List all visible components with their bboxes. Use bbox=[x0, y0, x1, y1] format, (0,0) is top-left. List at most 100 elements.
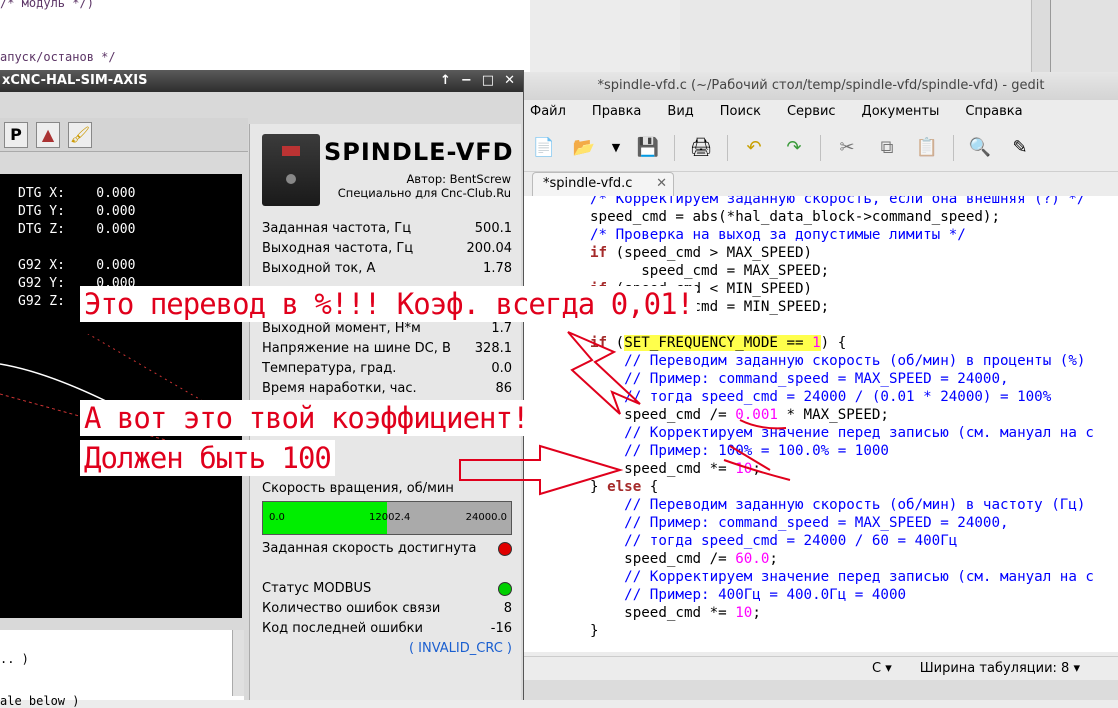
code-line: // тогда speed_cmd = 24000 / (0.01 * 240… bbox=[624, 389, 1052, 405]
code-line: speed_cmd /= 60.0; bbox=[590, 551, 778, 567]
copy-icon[interactable]: ⧉ bbox=[871, 132, 903, 164]
code-line: // Переводим заданную скорость (об/мин) … bbox=[624, 497, 1086, 513]
undo-icon[interactable]: ↶ bbox=[738, 132, 770, 164]
speed-reached-row: Заданная скорость достигнута bbox=[262, 541, 512, 556]
gedit-menubar: Файл Правка Вид Поиск Сервис Документы С… bbox=[524, 100, 1118, 124]
gedit-titlebar[interactable]: *spindle-vfd.c (~/Рабочий стол/temp/spin… bbox=[524, 72, 1118, 100]
find-icon[interactable]: 🔍 bbox=[964, 132, 996, 164]
axis-title: xCNC-HAL-SIM-AXIS bbox=[2, 73, 148, 88]
menu-view[interactable]: Вид bbox=[667, 100, 705, 124]
minimize-icon[interactable]: − bbox=[461, 70, 472, 92]
code-line: speed_cmd *= 10; bbox=[590, 461, 761, 477]
paste-icon[interactable]: 📋 bbox=[911, 132, 943, 164]
tab-spindle-vfd[interactable]: *spindle-vfd.c ✕ bbox=[532, 172, 674, 196]
last-error-name: ( INVALID_CRC ) bbox=[408, 641, 512, 656]
dro-row: DTG X: 0.000 bbox=[18, 186, 136, 201]
dro-display: DTG X: 0.000 DTG Y: 0.000 DTG Z: 0.000 G… bbox=[0, 174, 242, 618]
dro-row: G92 Z: bbox=[18, 294, 65, 309]
menu-documents[interactable]: Документы bbox=[862, 100, 952, 124]
menu-help[interactable]: Справка bbox=[965, 100, 1034, 124]
open-folder-icon[interactable]: 📂 bbox=[568, 132, 600, 164]
speed-label: Скорость вращения, об/мин bbox=[262, 481, 454, 496]
code-line: speed_cmd = abs(*hal_data_block->command… bbox=[590, 209, 1000, 225]
gcode-listing[interactable]: .. ) ale below ) bbox=[0, 630, 244, 708]
code-line: // Корректируем значение перед записью (… bbox=[624, 425, 1094, 441]
speed-reached-led bbox=[498, 541, 512, 556]
code-line: // тогда speed_cmd = 24000 / 60 = 400Гц bbox=[624, 533, 958, 549]
code-line: } else { bbox=[590, 479, 659, 495]
clear-plot-icon[interactable]: 🖌 bbox=[68, 121, 92, 148]
param-row: Температура, град. 0.0 bbox=[262, 361, 512, 376]
menu-edit[interactable]: Правка bbox=[592, 100, 653, 124]
menu-search[interactable]: Поиск bbox=[720, 100, 773, 124]
axis-titlebar[interactable]: xCNC-HAL-SIM-AXIS ↑ − □ ✕ bbox=[0, 70, 523, 92]
vfd-device-image bbox=[262, 134, 320, 206]
speed-min: 0.0 bbox=[269, 512, 285, 523]
rotate-view-icon[interactable]: ▲ bbox=[36, 121, 60, 148]
code-line: if (SET_FREQUENCY_MODE == 1) { bbox=[590, 335, 847, 351]
author-label: Автор: BentScrew bbox=[406, 172, 511, 186]
param-row: Заданная частота, Гц 500.1 bbox=[262, 221, 512, 236]
param-row: Напряжение на шине DC, В 328.1 bbox=[262, 341, 512, 356]
panel-title: SPINDLE-VFD bbox=[324, 138, 514, 166]
modbus-row: Статус MODBUS bbox=[262, 581, 512, 596]
toolbar-separator bbox=[674, 134, 675, 161]
code-line: /* Проверка на выход за допустимые лимит… bbox=[590, 227, 966, 243]
site-label: Специально для Cnc-Club.Ru bbox=[337, 186, 511, 200]
code-line: speed_cmd *= 10; bbox=[590, 605, 761, 621]
gcode-line: .. ) bbox=[0, 652, 29, 666]
gcode-line: ale below ) bbox=[0, 694, 80, 708]
menu-file[interactable]: Файл bbox=[530, 100, 578, 124]
code-line: // Переводим заданную скорость (об/мин) … bbox=[624, 353, 1086, 369]
code-line: // Пример: command_speed = MAX_SPEED = 2… bbox=[624, 371, 1009, 387]
speed-max: 24000.0 bbox=[465, 512, 507, 523]
param-row: Выходная частота, Гц 200.04 bbox=[262, 241, 512, 256]
axis-toolbar: P ▲ 🖌 bbox=[0, 118, 248, 152]
gedit-statusbar: C ▾ Ширина табуляции: 8 ▾ bbox=[524, 656, 1118, 680]
listing-scrollbar[interactable] bbox=[232, 630, 244, 696]
bg-pane bbox=[680, 0, 1032, 72]
bg-code-line: /* модуль */) bbox=[0, 0, 94, 10]
toolpath-preview bbox=[0, 334, 242, 445]
annotation-coefficient: А вот это твой коэффициент! bbox=[80, 400, 533, 436]
tab-width-selector[interactable]: Ширина табуляции: 8 ▾ bbox=[912, 658, 1088, 680]
gedit-toolbar: 📄 📂 ▼ 💾 🖨 ↶ ↷ ✂ ⧉ 📋 🔍 ✎ bbox=[524, 124, 1118, 172]
redo-icon[interactable]: ↷ bbox=[778, 132, 810, 164]
replace-icon[interactable]: ✎ bbox=[1004, 132, 1036, 164]
annotation-should-be: Должен быть 100 bbox=[80, 440, 335, 476]
background-editor: /* модуль */) апуск/останов */ bbox=[0, 0, 530, 72]
new-document-icon[interactable]: 📄 bbox=[528, 132, 560, 164]
close-icon[interactable]: ✕ bbox=[504, 70, 515, 92]
param-row: Время наработки, час. 86 bbox=[262, 381, 512, 396]
open-dropdown-icon[interactable]: ▼ bbox=[608, 132, 624, 164]
menu-tools[interactable]: Сервис bbox=[787, 100, 848, 124]
bottom-strip bbox=[524, 680, 1118, 700]
modbus-status-led bbox=[498, 581, 512, 596]
code-line: speed_cmd = MAX_SPEED; bbox=[590, 263, 830, 279]
close-icon[interactable]: ✕ bbox=[656, 173, 667, 195]
cut-icon[interactable]: ✂ bbox=[831, 132, 863, 164]
print-icon[interactable]: 🖨 bbox=[685, 132, 717, 164]
perspective-view-icon[interactable]: P bbox=[4, 121, 28, 148]
toolbar-separator bbox=[727, 134, 728, 161]
speed-current: 12002.4 bbox=[369, 512, 411, 523]
speed-bar: 0.0 12002.4 24000.0 bbox=[262, 501, 512, 535]
bg-pane bbox=[1050, 0, 1118, 72]
save-icon[interactable]: 💾 bbox=[632, 132, 664, 164]
move-up-icon[interactable]: ↑ bbox=[440, 70, 451, 92]
language-selector[interactable]: C ▾ bbox=[864, 658, 900, 680]
maximize-icon[interactable]: □ bbox=[482, 70, 494, 92]
annotation-percent: Это перевод в %!!! Коэф. всегда 0,01! bbox=[80, 286, 698, 322]
error-count-row: Количество ошибок связи 8 bbox=[262, 601, 512, 616]
dro-row: DTG Z: 0.000 bbox=[18, 222, 136, 237]
dro-row: G92 X: 0.000 bbox=[18, 258, 136, 273]
code-editor[interactable]: /* Корректируем заданную скорость, если … bbox=[524, 196, 1118, 652]
code-line: // Пример: command_speed = MAX_SPEED = 2… bbox=[624, 515, 1009, 531]
code-line: // Пример: 400Гц = 400.0Гц = 4000 bbox=[624, 587, 907, 603]
dro-row: DTG Y: 0.000 bbox=[18, 204, 136, 219]
gedit-window: *spindle-vfd.c (~/Рабочий стол/temp/spin… bbox=[524, 72, 1118, 700]
param-row: Выходной момент, Н*м 1.7 bbox=[262, 321, 512, 336]
code-line: if (speed_cmd > MAX_SPEED) bbox=[590, 245, 813, 261]
toolbar-separator bbox=[953, 134, 954, 161]
code-line: // Корректируем значение перед записью (… bbox=[624, 569, 1094, 585]
